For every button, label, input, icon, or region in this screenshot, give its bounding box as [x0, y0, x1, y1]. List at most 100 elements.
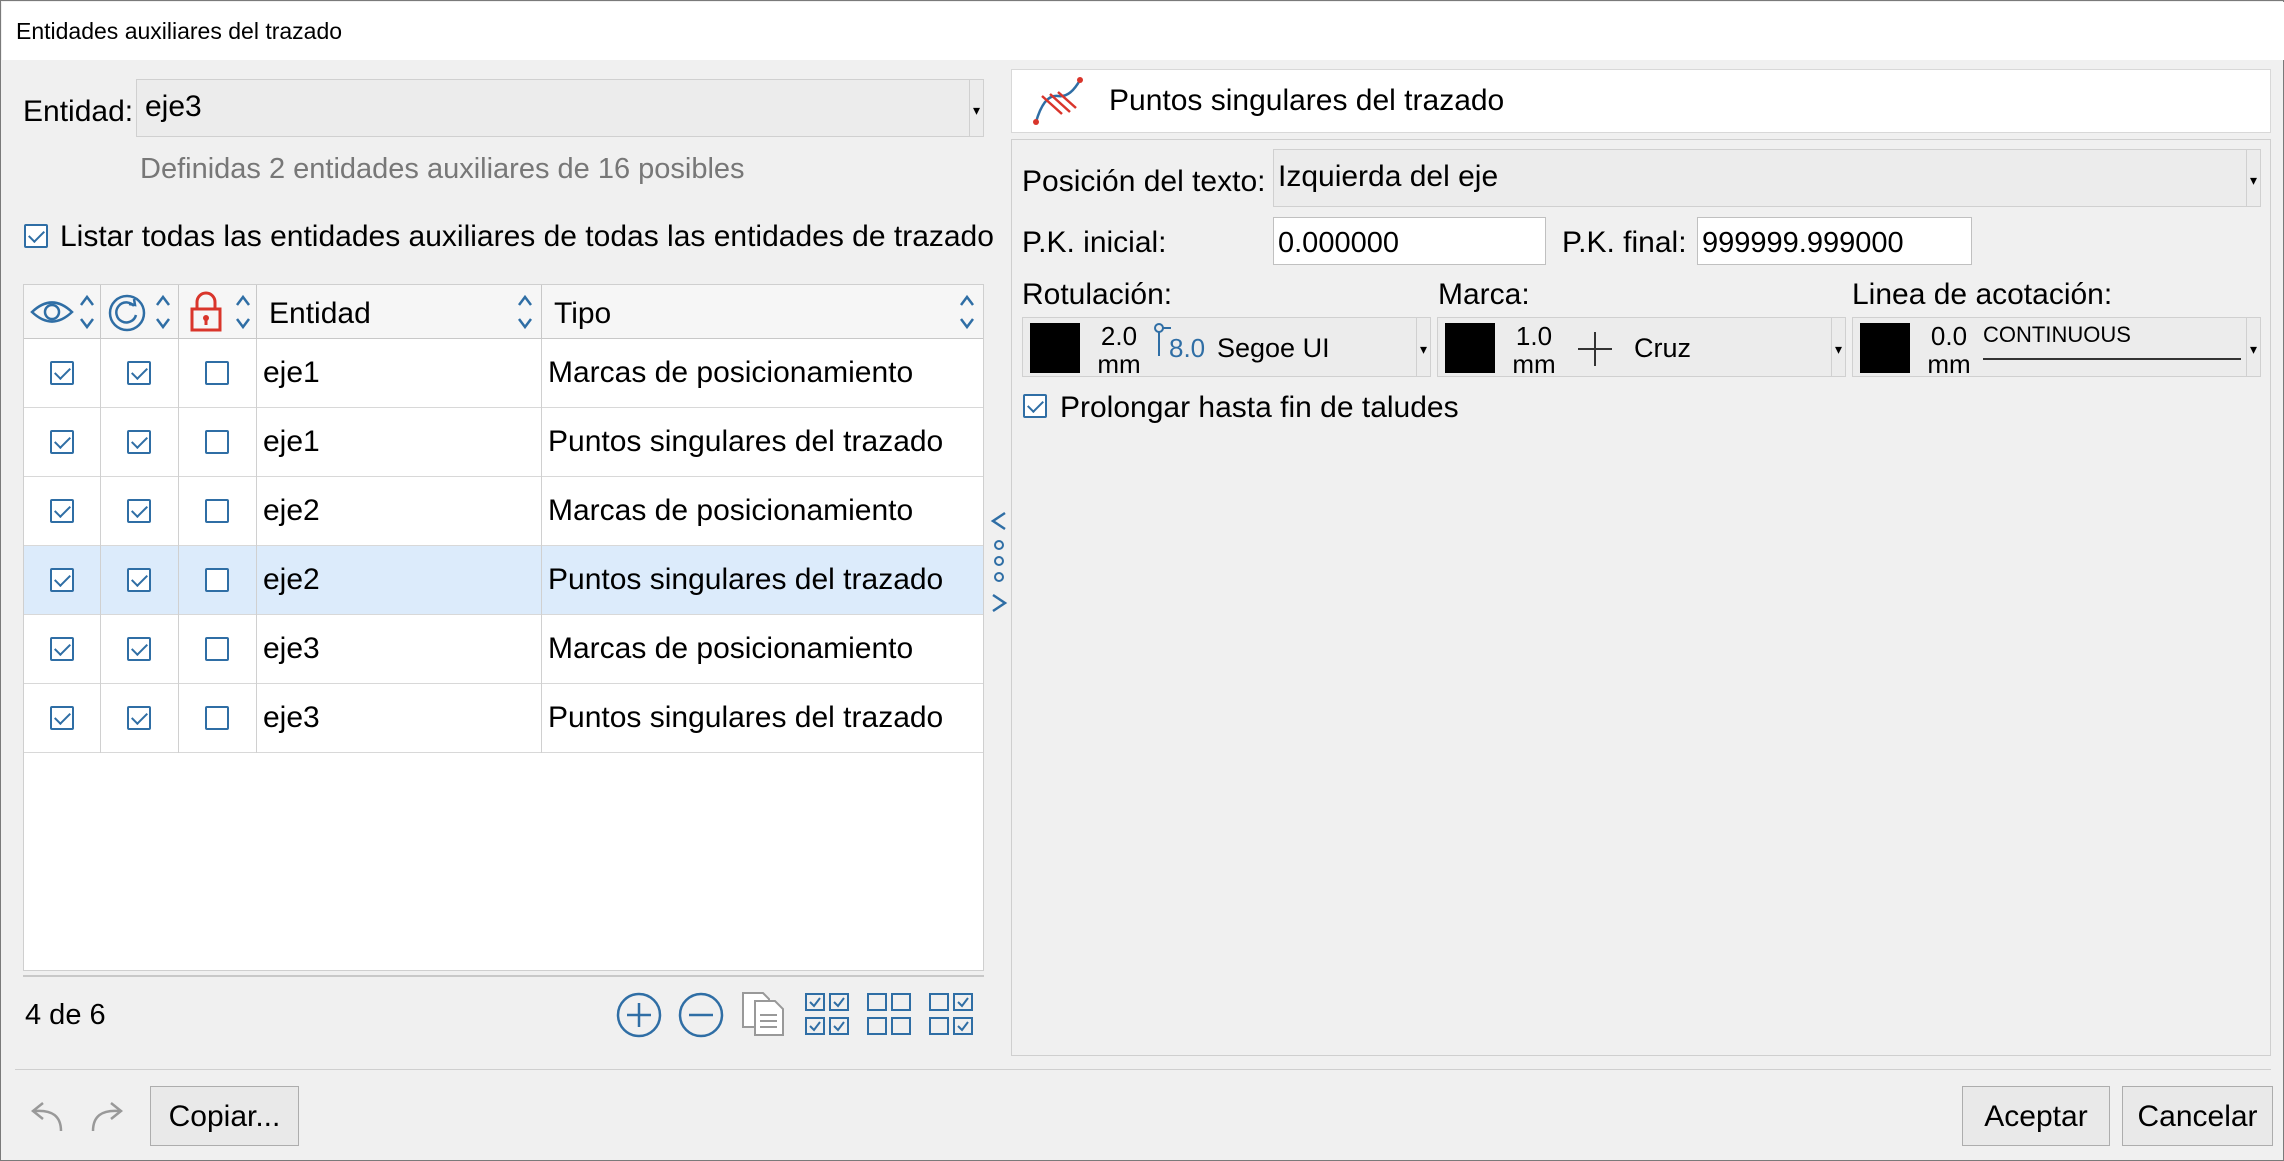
- marca-name: Cruz: [1634, 333, 1692, 363]
- marca-label: Marca:: [1438, 278, 1530, 311]
- chevron-down-icon[interactable]: ▾: [1831, 318, 1845, 376]
- linea-type: CONTINUOUS: [1983, 322, 2131, 347]
- marca-style-combo[interactable]: 1.0 mm Cruz ▾: [1437, 317, 1846, 378]
- redo-icon[interactable]: [87, 1101, 133, 1135]
- cancel-button-label: Cancelar: [2137, 1100, 2258, 1133]
- header-lock[interactable]: [179, 285, 257, 339]
- header-tipo[interactable]: Tipo: [542, 285, 985, 339]
- row-tipo: Marcas de posicionamiento: [548, 356, 914, 389]
- lock-checkbox[interactable]: [205, 430, 229, 454]
- header-entidad-label: Entidad: [269, 297, 371, 330]
- prolongar-checkbox[interactable]: [1023, 394, 1047, 418]
- row-tipo: Marcas de posicionamiento: [548, 632, 914, 665]
- row-tipo: Puntos singulares del trazado: [548, 425, 944, 458]
- pos-text-value: Izquierda del eje: [1278, 160, 1499, 193]
- window-title: Entidades auxiliares del trazado: [16, 18, 343, 44]
- pk-inicial-label: P.K. inicial:: [1022, 226, 1167, 259]
- divider: [15, 1069, 2271, 1070]
- entity-info: Definidas 2 entidades auxiliares de 16 p…: [140, 153, 745, 185]
- remove-icon[interactable]: [677, 991, 725, 1039]
- header-visible[interactable]: [24, 285, 101, 339]
- chevron-down-icon[interactable]: ▾: [1416, 318, 1430, 376]
- copy-button-label: Copiar...: [168, 1100, 281, 1133]
- check-all-icon[interactable]: [803, 991, 851, 1037]
- linea-unit: mm: [1927, 349, 1971, 379]
- add-icon[interactable]: [615, 991, 663, 1039]
- header-tipo-label: Tipo: [554, 297, 612, 330]
- visible-checkbox[interactable]: [50, 706, 74, 730]
- visible-checkbox[interactable]: [50, 568, 74, 592]
- refresh-checkbox[interactable]: [127, 361, 151, 385]
- row-entidad: eje2: [263, 563, 320, 596]
- pk-inicial-value: 0.000000: [1278, 227, 1399, 259]
- refresh-checkbox[interactable]: [127, 706, 151, 730]
- accept-button-label: Aceptar: [1984, 1100, 2088, 1133]
- pk-final-label: P.K. final:: [1562, 226, 1687, 259]
- properties-panel: [1011, 139, 2271, 1056]
- row-entidad: eje1: [263, 356, 320, 389]
- table-row[interactable]: eje3 Puntos singulares del trazado: [24, 684, 983, 753]
- sort-icon[interactable]: [153, 291, 173, 333]
- table-row[interactable]: eje1 Puntos singulares del trazado: [24, 408, 983, 477]
- copy-button[interactable]: Copiar...: [150, 1086, 299, 1146]
- visible-checkbox[interactable]: [50, 637, 74, 661]
- list-all-checkbox[interactable]: [24, 224, 48, 248]
- linea-size: 0.0: [1930, 321, 1968, 351]
- entity-label: Entidad:: [23, 95, 134, 128]
- color-swatch: [1030, 323, 1080, 373]
- dialog-window: Entidades auxiliares del trazado Entidad…: [0, 0, 2284, 1161]
- marca-size: 1.0: [1515, 321, 1553, 351]
- pos-text-combo[interactable]: Izquierda del eje ▾: [1273, 149, 2261, 207]
- visible-checkbox[interactable]: [50, 499, 74, 523]
- sort-icon[interactable]: [515, 291, 535, 333]
- table-row[interactable]: eje1 Marcas de posicionamiento: [24, 339, 983, 408]
- copy-document-icon[interactable]: [739, 989, 789, 1039]
- invert-selection-icon[interactable]: [927, 991, 975, 1037]
- header-refresh[interactable]: [101, 285, 179, 339]
- rot-unit: mm: [1097, 349, 1141, 379]
- sort-icon[interactable]: [77, 291, 97, 333]
- uncheck-all-icon[interactable]: [865, 991, 913, 1037]
- prolongar-label: Prolongar hasta fin de taludes: [1060, 391, 1459, 424]
- divider: [23, 975, 984, 977]
- refresh-checkbox[interactable]: [127, 637, 151, 661]
- splitter-handle-icon[interactable]: [987, 509, 1011, 615]
- refresh-checkbox[interactable]: [127, 499, 151, 523]
- row-tipo: Puntos singulares del trazado: [548, 563, 944, 596]
- linea-style-combo[interactable]: 0.0 mm CONTINUOUS ▾: [1852, 317, 2261, 379]
- entity-combo[interactable]: eje3 ▾: [136, 79, 984, 137]
- lock-checkbox[interactable]: [205, 361, 229, 385]
- header-entidad[interactable]: Entidad: [257, 285, 542, 339]
- visible-checkbox[interactable]: [50, 430, 74, 454]
- table-row-selected[interactable]: eje2 Puntos singulares del trazado: [24, 546, 983, 615]
- lock-checkbox[interactable]: [205, 637, 229, 661]
- lock-checkbox[interactable]: [205, 706, 229, 730]
- table-row[interactable]: eje3 Marcas de posicionamiento: [24, 615, 983, 684]
- rot-font: Segoe UI: [1217, 333, 1330, 363]
- pk-inicial-input[interactable]: 0.000000: [1273, 217, 1546, 265]
- lock-checkbox[interactable]: [205, 568, 229, 592]
- cross-marker-icon: [1578, 332, 1612, 366]
- undo-icon[interactable]: [21, 1101, 67, 1135]
- pos-text-label: Posición del texto:: [1022, 165, 1266, 198]
- chevron-down-icon[interactable]: ▾: [969, 80, 983, 136]
- title-bar: Entidades auxiliares del trazado: [2, 2, 2284, 60]
- refresh-checkbox[interactable]: [127, 430, 151, 454]
- lock-checkbox[interactable]: [205, 499, 229, 523]
- row-counter: 4 de 6: [25, 999, 106, 1031]
- chevron-down-icon[interactable]: ▾: [2246, 318, 2260, 376]
- panel-title: Puntos singulares del trazado: [1109, 84, 1505, 117]
- rotulacion-style-combo[interactable]: 2.0 mm 8.0 Segoe UI ▾: [1022, 317, 1431, 379]
- color-swatch: [1860, 323, 1910, 373]
- refresh-checkbox[interactable]: [127, 568, 151, 592]
- sort-icon[interactable]: [957, 291, 977, 333]
- accept-button[interactable]: Aceptar: [1962, 1086, 2110, 1146]
- row-tipo: Marcas de posicionamiento: [548, 494, 914, 527]
- line-preview: [1983, 358, 2241, 360]
- chevron-down-icon[interactable]: ▾: [2246, 150, 2260, 206]
- pk-final-input[interactable]: 999999.999000: [1697, 217, 1972, 265]
- table-row[interactable]: eje2 Marcas de posicionamiento: [24, 477, 983, 546]
- cancel-button[interactable]: Cancelar: [2122, 1086, 2273, 1146]
- sort-icon[interactable]: [233, 291, 253, 333]
- visible-checkbox[interactable]: [50, 361, 74, 385]
